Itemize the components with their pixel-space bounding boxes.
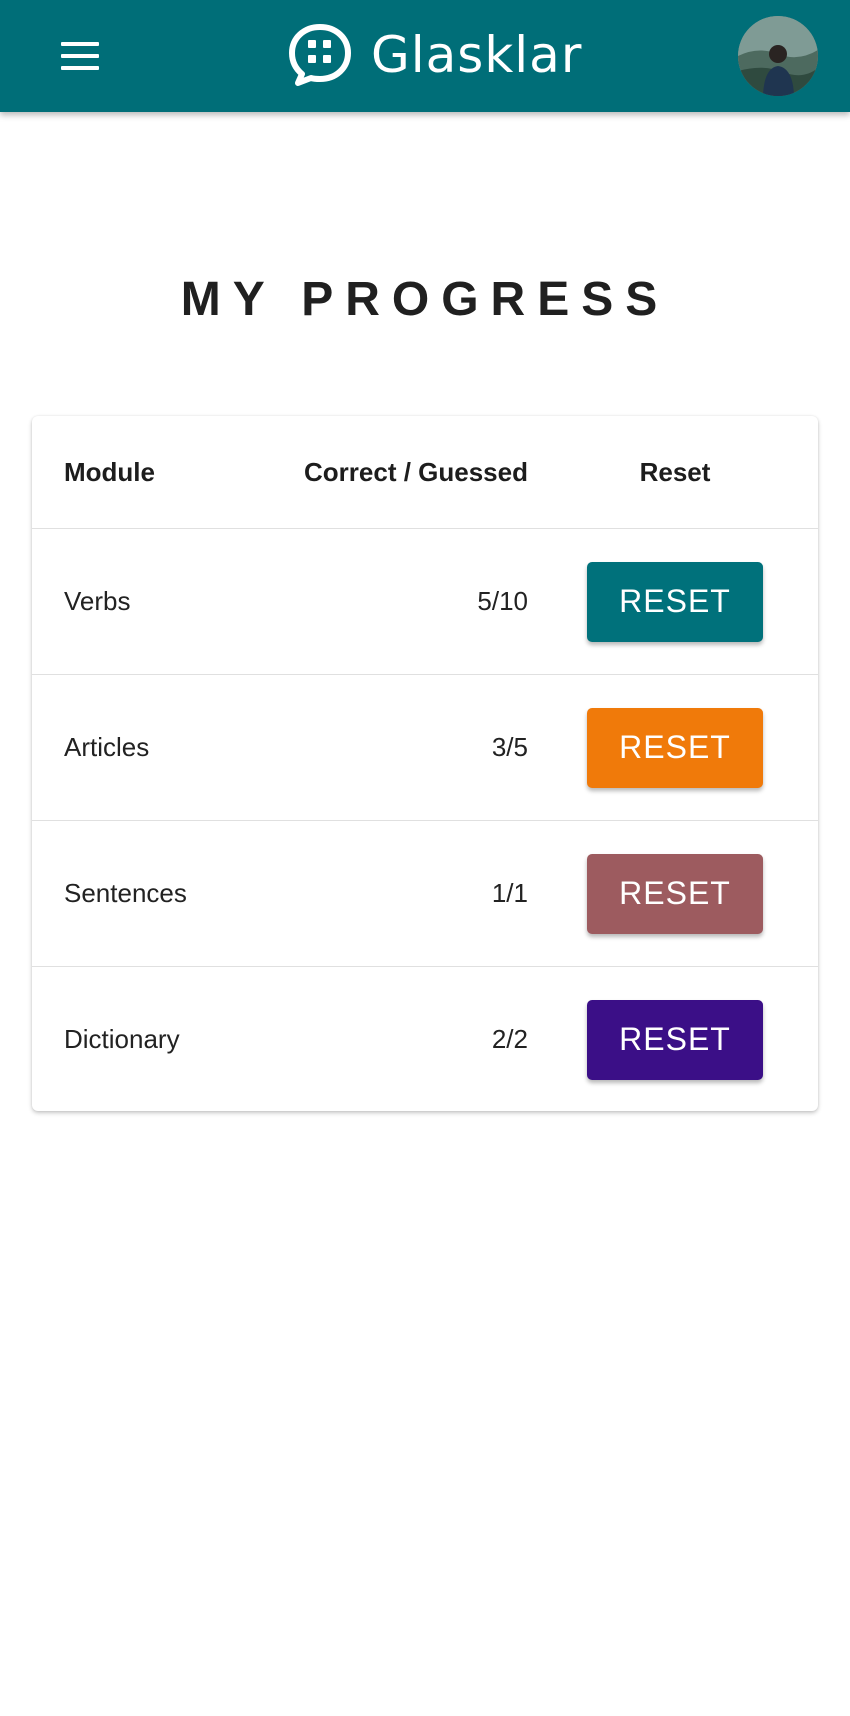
chat-bubble-icon (287, 22, 353, 88)
reset-articles-button[interactable]: RESET (587, 707, 763, 788)
hamburger-menu-icon (61, 42, 99, 46)
table-row: Verbs 5/10 RESET (32, 529, 818, 675)
app-bar: Glasklar (0, 0, 850, 112)
menu-button[interactable] (54, 34, 106, 78)
module-score: 3/5 (491, 732, 528, 762)
app-name: Glasklar (371, 26, 583, 84)
table-header: Module Correct / Guessed Reset (32, 416, 818, 529)
column-header-score: Correct / Guessed (304, 456, 528, 487)
user-avatar[interactable] (738, 16, 818, 96)
module-name: Sentences (64, 878, 187, 908)
reset-sentences-button[interactable]: RESET (587, 853, 763, 934)
table-row: Dictionary 2/2 RESET (32, 967, 818, 1111)
reset-dictionary-button[interactable]: RESET (587, 999, 763, 1080)
reset-verbs-button[interactable]: RESET (587, 561, 763, 642)
column-header-module: Module (64, 456, 155, 487)
module-name: Dictionary (64, 1024, 180, 1054)
brand-logo[interactable]: Glasklar (287, 20, 582, 90)
column-header-reset: Reset (639, 456, 711, 487)
module-score: 1/1 (491, 878, 528, 908)
page-title: MY PROGRESS (180, 273, 670, 327)
module-score: 2/2 (491, 1024, 528, 1054)
module-name: Verbs (64, 586, 131, 616)
progress-table: Module Correct / Guessed Reset Verbs 5/1… (32, 416, 818, 1111)
table-row: Sentences 1/1 RESET (32, 821, 818, 967)
table-row: Articles 3/5 RESET (32, 675, 818, 821)
module-name: Articles (64, 732, 150, 762)
module-score: 5/10 (477, 586, 528, 616)
